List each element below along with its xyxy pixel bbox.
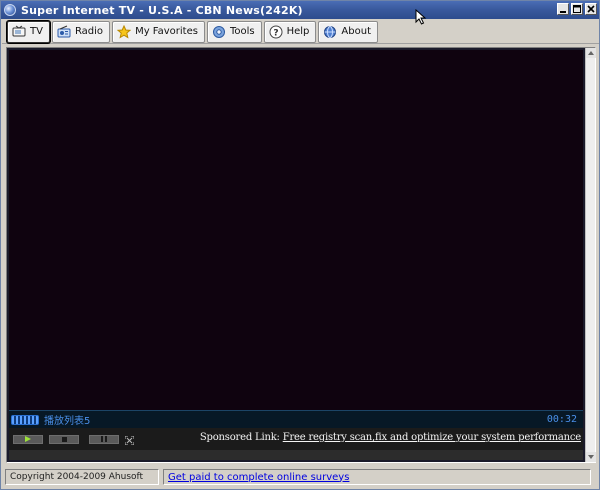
sponsored-link-text[interactable]: Free registry scan,fix and optimize your… [283,432,581,443]
scroll-up-button[interactable] [586,48,596,58]
tools-button-label: Tools [229,26,255,37]
star-icon [117,24,132,39]
maximize-button[interactable] [571,3,583,15]
stop-icon [61,436,67,442]
help-button[interactable]: ? Help [263,20,317,43]
tv-button-label: TV [30,26,43,37]
main-toolbar: TV Radio My Favorites Tools ? Help About [2,20,599,44]
copyright-text: Copyright 2004-2009 Ahusoft [5,469,159,485]
gear-icon [212,25,226,39]
status-bar: Copyright 2004-2009 Ahusoft Get paid to … [2,466,599,488]
fullscreen-icon [124,435,135,445]
pause-button[interactable] [89,434,119,444]
my-favorites-button[interactable]: My Favorites [112,20,205,43]
scroll-down-button[interactable] [586,452,596,462]
about-button-label: About [341,26,371,37]
chevron-up-icon [588,51,594,55]
mouse-cursor-icon [415,9,427,25]
play-icon [25,436,31,442]
app-window: Super Internet TV - U.S.A - CBN News(242… [0,0,600,490]
chevron-down-icon [588,455,594,459]
video-display[interactable] [9,50,583,410]
radio-icon [57,25,71,39]
status-link-panel: Get paid to complete online surveys [163,469,591,485]
playlist-label[interactable]: 播放列表5 [44,412,90,427]
close-icon [587,5,595,13]
elapsed-time: 00:32 [546,414,577,425]
minimize-icon [560,11,566,13]
maximize-icon [573,5,581,13]
tv-button[interactable]: TV [7,20,50,43]
buffering-indicator-icon [11,414,39,425]
window-controls [557,3,597,15]
play-button[interactable] [13,434,43,444]
svg-text:?: ? [273,28,278,38]
player-bottom-border [9,450,583,460]
player-panel: 播放列表5 00:32 Sponsored Link: Free registr… [6,47,596,463]
pause-icon [101,436,107,442]
title-bar[interactable]: Super Internet TV - U.S.A - CBN News(242… [1,1,599,19]
help-icon: ? [269,25,283,39]
playback-info-bar: 播放列表5 00:32 [9,410,583,428]
radio-button-label: Radio [74,26,104,37]
my-favorites-button-label: My Favorites [135,26,198,37]
radio-button[interactable]: Radio [51,20,111,43]
player-controls: Sponsored Link: Free registry scan,fix a… [9,428,583,450]
tv-icon [12,25,26,39]
stop-button[interactable] [49,434,79,444]
sponsored-link-prefix: Sponsored Link: [199,432,283,443]
minimize-button[interactable] [557,3,569,15]
app-globe-icon[interactable] [4,4,16,16]
fullscreen-button[interactable] [124,435,135,445]
about-button[interactable]: About [318,20,378,43]
sponsored-link[interactable]: Sponsored Link: Free registry scan,fix a… [200,432,581,443]
help-button-label: Help [286,26,310,37]
window-title: Super Internet TV - U.S.A - CBN News(242… [21,3,303,17]
vertical-scrollbar[interactable] [585,48,596,462]
surveys-link[interactable]: Get paid to complete online surveys [168,472,349,483]
close-button[interactable] [585,3,597,15]
globe-icon [323,25,337,39]
tools-button[interactable]: Tools [206,20,262,43]
